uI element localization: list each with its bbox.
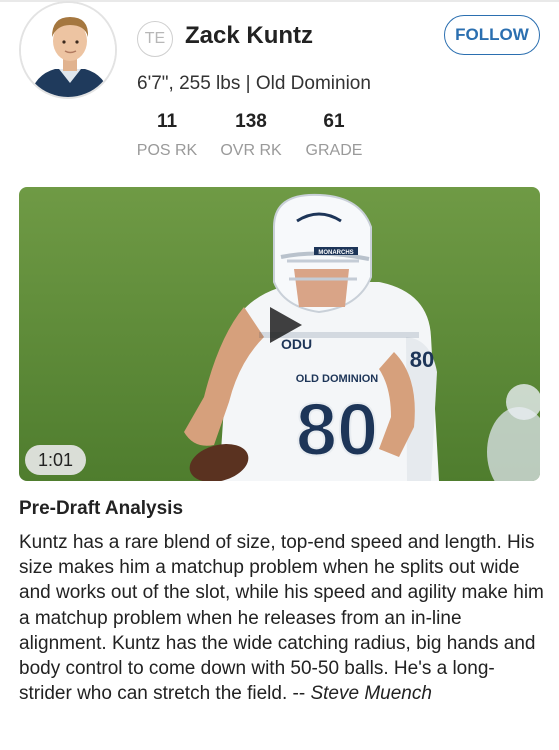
- play-icon[interactable]: [266, 304, 306, 346]
- analysis-separator: --: [287, 683, 311, 705]
- stat-grade: 61 GRADE: [302, 111, 366, 160]
- sleeve-number: 80: [410, 347, 434, 372]
- analysis-text: Kuntz has a rare blend of size, top-end …: [19, 530, 544, 706]
- stat-value: 61: [323, 111, 345, 132]
- stat-value: 138: [235, 111, 267, 132]
- position-badge: TE: [137, 21, 173, 57]
- stat-label: POS RK: [136, 142, 198, 159]
- analysis-title: Pre-Draft Analysis: [19, 498, 184, 519]
- stat-label: GRADE: [305, 142, 363, 159]
- helmet-text: MONARCHS: [318, 250, 353, 256]
- stat-ovr-rank: 138 OVR RK: [215, 111, 287, 160]
- analysis-body: Kuntz has a rare blend of size, top-end …: [19, 532, 544, 705]
- chest-text: OLD DOMINION: [296, 373, 379, 385]
- player-avatar: [19, 1, 117, 99]
- player-meta: 6'7", 255 lbs | Old Dominion: [137, 73, 371, 94]
- stat-pos-rank: 11 POS RK: [135, 111, 199, 160]
- stat-value: 11: [156, 111, 178, 132]
- stat-label: OVR RK: [220, 142, 282, 159]
- analysis-author: Steve Muench: [310, 683, 432, 705]
- follow-button[interactable]: FOLLOW: [444, 15, 540, 55]
- video-duration: 1:01: [25, 445, 86, 475]
- top-divider: [0, 0, 559, 2]
- player-headshot-image: [21, 3, 115, 97]
- jersey-number: 80: [296, 388, 378, 471]
- video-player[interactable]: MONARCHS ODU OLD DOMINION 80 80: [19, 187, 540, 481]
- player-name: Zack Kuntz: [185, 22, 314, 49]
